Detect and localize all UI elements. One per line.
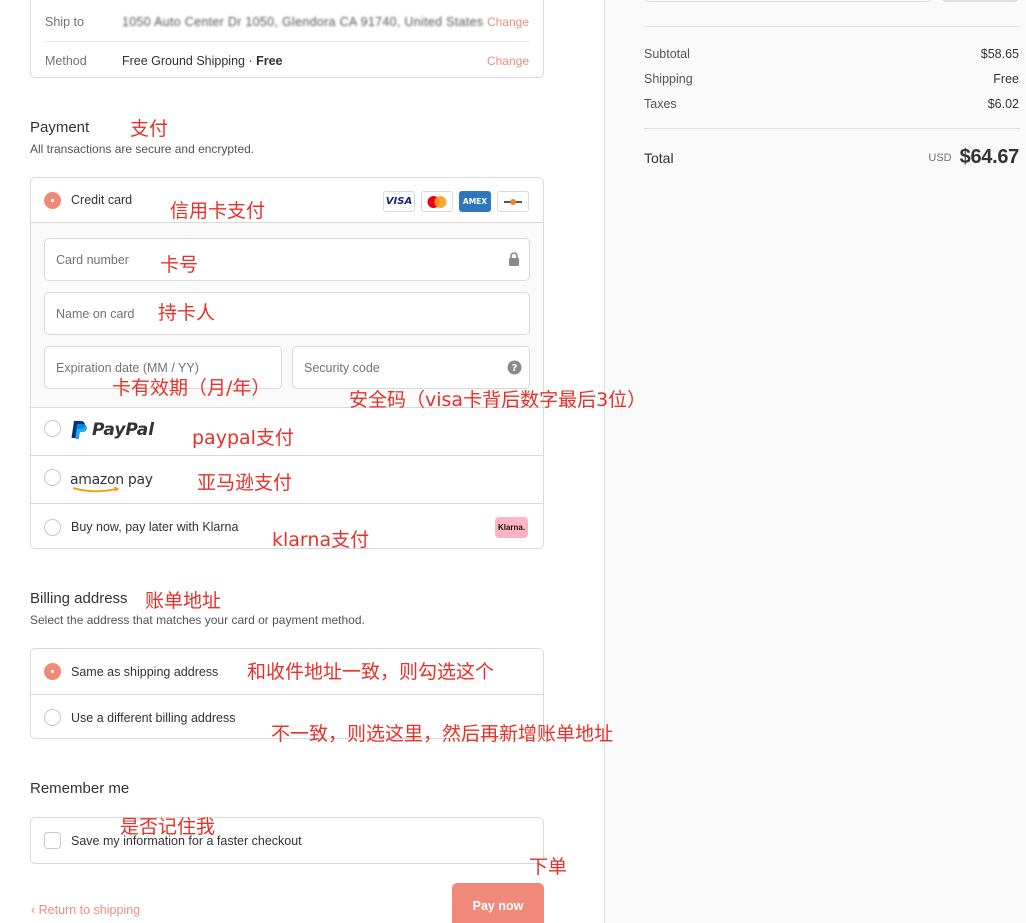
- summary-divider: [644, 128, 1020, 129]
- paypal-radio[interactable]: [44, 420, 61, 437]
- credit-card-radio[interactable]: [44, 191, 61, 209]
- annotation-different-address: 不一致，则选这里，然后再新增账单地址: [271, 723, 614, 745]
- payment-subtitle: All transactions are secure and encrypte…: [30, 142, 255, 156]
- shipping-row: Shipping Free: [644, 72, 1019, 86]
- paypal-wordmark: PayPal: [92, 420, 155, 440]
- visa-icon: VISA: [383, 191, 415, 212]
- discover-icon: [497, 191, 529, 212]
- shipping-label: Shipping: [644, 72, 693, 86]
- change-method-link[interactable]: Change: [487, 54, 529, 68]
- annotation-payment: 支付: [130, 118, 169, 140]
- amazon-pay-wordmark: amazon pay: [70, 471, 153, 488]
- paypal-logo: PayPal: [70, 420, 154, 440]
- billing-subtitle: Select the address that matches your car…: [30, 613, 365, 627]
- total-label: Total: [644, 149, 674, 166]
- annotation-klarna: klarna支付: [272, 529, 370, 551]
- klarna-radio[interactable]: [44, 518, 61, 536]
- remember-box: Save my information for a faster checkou…: [30, 817, 544, 864]
- klarna-badge: Klarna.: [495, 516, 528, 538]
- name-on-card-field[interactable]: Name on card: [44, 292, 530, 335]
- change-address-link[interactable]: Change: [487, 15, 529, 29]
- return-label: Return to shipping: [38, 903, 141, 917]
- security-code-placeholder: Security code: [304, 360, 380, 375]
- checkout-main: Ship to 1050 Auto Center Dr 1050, Glendo…: [0, 0, 604, 923]
- name-on-card-placeholder: Name on card: [56, 306, 135, 321]
- amazon-pay-radio[interactable]: [44, 469, 61, 486]
- chevron-left-icon: ‹: [31, 903, 39, 917]
- annotation-order: 下单: [529, 856, 568, 878]
- amex-icon: AMEX: [459, 191, 491, 212]
- credit-card-fields: Card number Name on card Expiration date…: [31, 222, 543, 408]
- mastercard-icon: [421, 191, 453, 212]
- annotation-cardholder: 持卡人: [158, 302, 216, 324]
- currency-code: USD: [928, 151, 952, 164]
- method-row: Method Free Ground Shipping · Free Chang…: [31, 41, 543, 80]
- question-circle-icon[interactable]: ?: [499, 360, 529, 375]
- lock-icon: [499, 252, 529, 267]
- annotation-security: 安全码（visa卡背后数字最后3位）: [349, 389, 647, 411]
- apply-discount-button[interactable]: [941, 0, 1019, 2]
- different-address-label: Use a different billing address: [71, 710, 236, 725]
- annotation-expiry: 卡有效期（月/年）: [112, 377, 271, 399]
- same-address-label: Same as shipping address: [71, 664, 219, 679]
- shipping-review-box: Ship to 1050 Auto Center Dr 1050, Glendo…: [30, 0, 544, 78]
- summary-divider: [644, 26, 1020, 27]
- total-row: Total USD $64.67: [644, 146, 1019, 169]
- amazon-pay-logo: amazon pay: [70, 471, 153, 492]
- shipping-value: Free: [993, 72, 1019, 86]
- taxes-label: Taxes: [644, 97, 677, 111]
- method-value: Free Ground Shipping · Free: [122, 53, 283, 68]
- help-glyph: ?: [511, 363, 517, 374]
- ship-to-address: 1050 Auto Center Dr 1050, Glendora CA 91…: [122, 14, 484, 29]
- subtotal-row: Subtotal $58.65: [644, 47, 1019, 61]
- subtotal-value: $58.65: [980, 47, 1019, 61]
- payment-title: Payment: [30, 119, 90, 136]
- card-brand-icons: VISA AMEX: [383, 191, 529, 212]
- security-code-field[interactable]: Security code ?: [292, 346, 530, 389]
- ship-to-label: Ship to: [45, 14, 84, 29]
- billing-title: Billing address: [30, 590, 128, 607]
- annotation-amazon: 亚马逊支付: [197, 472, 293, 494]
- credit-card-label: Credit card: [71, 193, 133, 207]
- card-number-placeholder: Card number: [56, 252, 129, 267]
- subtotal-label: Subtotal: [644, 47, 690, 61]
- discount-code-input[interactable]: [644, 0, 932, 2]
- annotation-billing: 账单地址: [145, 590, 222, 612]
- annotation-paypal: paypal支付: [192, 427, 294, 449]
- card-number-field[interactable]: Card number: [44, 238, 530, 281]
- annotation-remember: 是否记住我: [120, 816, 216, 838]
- same-address-radio[interactable]: [44, 663, 61, 680]
- klarna-label: Buy now, pay later with Klarna: [71, 520, 239, 534]
- annotation-same-address: 和收件地址一致，则勾选这个: [247, 661, 495, 683]
- method-name: Free Ground Shipping: [122, 53, 245, 68]
- method-label: Method: [45, 53, 87, 68]
- method-price: Free: [256, 53, 283, 68]
- annotation-credit-card: 信用卡支付: [170, 200, 266, 222]
- taxes-row: Taxes $6.02: [644, 97, 1019, 111]
- total-amount: $64.67: [959, 146, 1020, 168]
- save-info-checkbox[interactable]: [44, 832, 61, 849]
- taxes-value: $6.02: [987, 97, 1019, 111]
- expiration-placeholder: Expiration date (MM / YY): [56, 360, 199, 375]
- different-address-radio[interactable]: [44, 709, 61, 726]
- ship-to-row: Ship to 1050 Auto Center Dr 1050, Glendo…: [31, 2, 543, 41]
- annotation-card-number: 卡号: [160, 254, 199, 276]
- remember-title: Remember me: [30, 780, 130, 797]
- order-summary: Subtotal $58.65 Shipping Free Taxes $6.0…: [604, 0, 1026, 923]
- save-info-option[interactable]: Save my information for a faster checkou…: [31, 818, 543, 863]
- return-to-shipping-link[interactable]: ‹ Return to shipping: [31, 903, 140, 917]
- pay-now-button[interactable]: Pay now: [452, 883, 544, 923]
